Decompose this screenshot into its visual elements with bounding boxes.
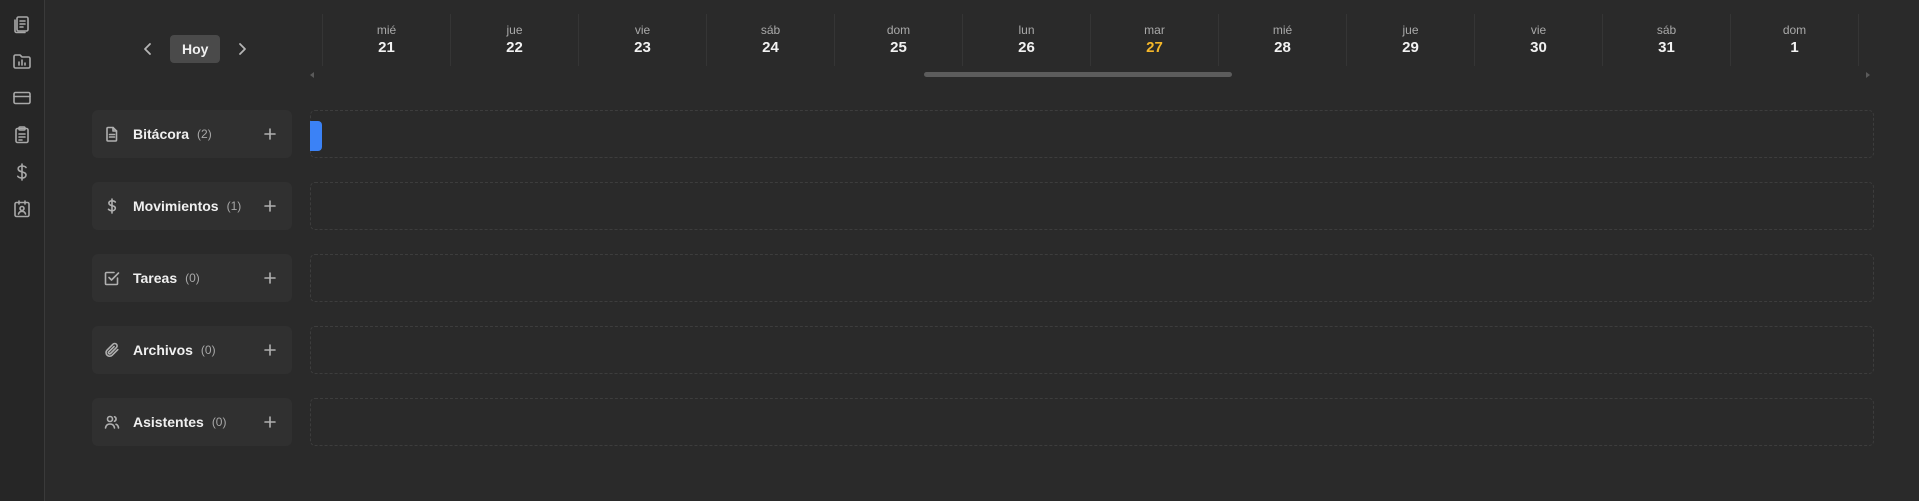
day-column[interactable]: lun 26 — [962, 14, 1090, 66]
row-title: Tareas — [133, 270, 178, 286]
row-count: (2) — [197, 127, 212, 141]
row-lane-archivos[interactable] — [310, 326, 1874, 374]
row-archivos: Archivos (0) — [92, 326, 1874, 374]
event-chip[interactable] — [310, 121, 322, 151]
add-asistentes-button[interactable] — [262, 414, 278, 430]
dollar-icon — [104, 198, 120, 214]
credit-card-icon[interactable] — [11, 87, 33, 109]
row-header-asistentes[interactable]: Asistentes (0) — [92, 398, 292, 446]
scroll-right-arrow[interactable] — [1866, 72, 1870, 78]
scroll-left-arrow[interactable] — [310, 72, 314, 78]
day-of-week: sáb — [760, 23, 781, 37]
day-of-week: vie — [1530, 23, 1547, 37]
row-tareas: Tareas (0) — [92, 254, 1874, 302]
day-column[interactable]: dom 1 — [1730, 14, 1859, 66]
day-column[interactable]: sáb 31 — [1602, 14, 1730, 66]
row-movimientos: Movimientos (1) — [92, 182, 1874, 230]
clipboard-icon[interactable] — [11, 124, 33, 146]
add-tareas-button[interactable] — [262, 270, 278, 286]
row-count: (0) — [211, 415, 227, 429]
folder-chart-icon[interactable] — [11, 50, 33, 72]
row-header-bitacora[interactable]: Bitácora (2) — [92, 110, 292, 158]
contact-badge-icon[interactable] — [11, 198, 33, 220]
day-column[interactable]: vie 30 — [1474, 14, 1602, 66]
day-number: 29 — [1402, 39, 1419, 56]
chevron-right-icon — [239, 43, 247, 55]
date-navigation: Hoy — [136, 34, 254, 64]
day-column[interactable]: sáb 24 — [706, 14, 834, 66]
next-button[interactable] — [230, 37, 254, 61]
document-icon — [104, 126, 120, 142]
row-title: Archivos — [133, 342, 193, 358]
row-lane-bitacora[interactable] — [310, 110, 1874, 158]
day-of-week: dom — [1782, 23, 1807, 37]
row-title: Asistentes — [133, 414, 204, 430]
day-of-week: dom — [886, 23, 911, 37]
day-number: 21 — [378, 39, 395, 56]
today-button[interactable]: Hoy — [170, 35, 221, 63]
day-number-today: 27 — [1146, 39, 1163, 56]
chevron-left-icon — [144, 43, 151, 55]
day-column[interactable]: jue 29 — [1346, 14, 1474, 66]
previous-button[interactable] — [136, 37, 160, 61]
dollar-icon[interactable] — [11, 161, 33, 183]
day-column[interactable]: mié 28 — [1218, 14, 1346, 66]
add-movimientos-button[interactable] — [262, 198, 278, 214]
day-number: 25 — [890, 39, 907, 56]
row-bitacora: Bitácora (2) — [92, 110, 1874, 158]
add-bitacora-button[interactable] — [262, 126, 278, 142]
row-header-archivos[interactable]: Archivos (0) — [92, 326, 292, 374]
row-asistentes: Asistentes (0) — [92, 398, 1874, 446]
calendar-app: Hoy mié 21 jue 22 vie 23 sáb 24 dom 25 lun 26 … — [0, 0, 1919, 501]
day-number: 26 — [1018, 39, 1035, 56]
row-count: (0) — [185, 271, 200, 285]
scrollbar-thumb[interactable] — [924, 72, 1232, 77]
row-title: Movimientos — [133, 198, 219, 214]
day-column[interactable]: jue 22 — [450, 14, 578, 66]
day-of-week: mié — [1272, 23, 1293, 37]
day-of-week: vie — [634, 23, 651, 37]
row-header-movimientos[interactable]: Movimientos (1) — [92, 182, 292, 230]
horizontal-scrollbar[interactable] — [310, 71, 1870, 79]
day-column[interactable]: vie 23 — [578, 14, 706, 66]
day-header: mié 21 jue 22 vie 23 sáb 24 dom 25 lun 26 mar 2… — [322, 14, 1859, 68]
day-of-week: jue — [1402, 23, 1419, 37]
day-number: 23 — [634, 39, 651, 56]
users-icon — [104, 414, 120, 430]
plus-icon — [264, 200, 276, 212]
day-number: 1 — [1790, 39, 1799, 56]
row-count: (1) — [226, 199, 242, 213]
document-stack-icon[interactable] — [11, 13, 33, 35]
checkbox-icon — [104, 270, 120, 286]
day-column[interactable]: mié 21 — [322, 14, 450, 66]
sidebar-rail — [0, 0, 45, 501]
day-of-week: mar — [1144, 23, 1165, 37]
row-lane-movimientos[interactable] — [310, 182, 1874, 230]
plus-icon — [264, 344, 276, 356]
day-of-week: jue — [506, 23, 523, 37]
plus-icon — [264, 416, 276, 428]
day-number: 28 — [1274, 39, 1291, 56]
plus-icon — [264, 272, 276, 284]
plus-icon — [264, 128, 276, 140]
day-column-today[interactable]: mar 27 — [1090, 14, 1218, 66]
day-of-week: mié — [376, 23, 397, 37]
day-number: 31 — [1658, 39, 1675, 56]
day-number: 30 — [1530, 39, 1547, 56]
day-number: 24 — [762, 39, 779, 56]
day-number: 22 — [506, 39, 523, 56]
add-archivos-button[interactable] — [262, 342, 278, 358]
row-lane-asistentes[interactable] — [310, 398, 1874, 446]
row-header-tareas[interactable]: Tareas (0) — [92, 254, 292, 302]
day-of-week: sáb — [1656, 23, 1677, 37]
row-count: (0) — [200, 343, 216, 357]
paperclip-icon — [104, 342, 120, 358]
row-lane-tareas[interactable] — [310, 254, 1874, 302]
day-of-week: lun — [1018, 23, 1035, 37]
day-column[interactable]: dom 25 — [834, 14, 962, 66]
row-title: Bitácora — [133, 126, 190, 142]
